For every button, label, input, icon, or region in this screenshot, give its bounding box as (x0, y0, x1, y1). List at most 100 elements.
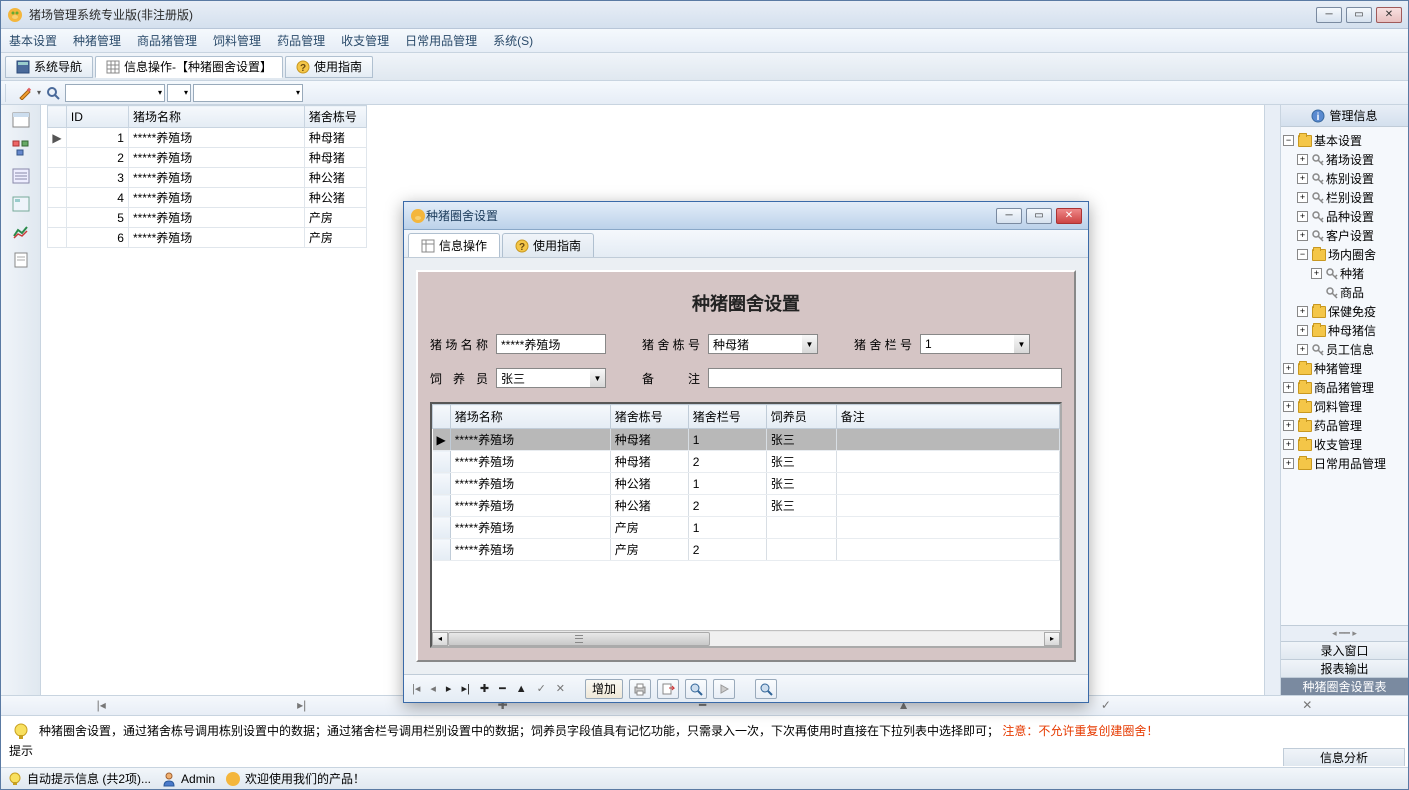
modal-titlebar[interactable]: 种猪圈舍设置 ─ ▭ ✕ (404, 202, 1088, 230)
nav-cancel[interactable]: ✕ (554, 682, 567, 695)
bg-col-name[interactable]: 猪场名称 (128, 106, 304, 128)
tree-node[interactable]: +商品猪管理 (1283, 378, 1406, 397)
tree-node[interactable]: +种猪 (1283, 264, 1406, 283)
scroll-right[interactable]: ▸ (1044, 632, 1060, 646)
chevron-down-icon[interactable]: ▼ (802, 334, 818, 354)
tree-node[interactable]: +保健免疫 (1283, 302, 1406, 321)
modal-maximize[interactable]: ▭ (1026, 208, 1052, 224)
tree-node[interactable]: +日常用品管理 (1283, 454, 1406, 473)
tree-node[interactable]: +种母猪信 (1283, 321, 1406, 340)
status-auto[interactable]: 自动提示信息 (共2项)... (7, 770, 151, 787)
scroll-left[interactable]: ◂ (432, 632, 448, 646)
bg-col-bldg[interactable]: 猪舍栋号 (304, 106, 366, 128)
select-pen[interactable] (920, 334, 1014, 354)
tab-system-nav[interactable]: 系统导航 (5, 56, 93, 78)
modal-grid[interactable]: 猪场名称 猪舍栋号 猪舍栏号 饲养员 备注 ▶*****养殖场种母猪1张三***… (432, 404, 1060, 630)
nav-prev[interactable]: ◂ (428, 682, 438, 695)
rail-btn-1[interactable] (9, 109, 33, 131)
rail-btn-5[interactable] (9, 221, 33, 243)
bn-first[interactable]: |◂ (97, 698, 106, 712)
tree-node[interactable]: +客户设置 (1283, 226, 1406, 245)
table-row[interactable]: *****养殖场产房2 (433, 539, 1060, 561)
select-bldg[interactable] (708, 334, 802, 354)
edit-button[interactable] (15, 84, 35, 102)
side-tab-report[interactable]: 报表输出 (1281, 659, 1408, 677)
tree-node[interactable]: −基本设置 (1283, 131, 1406, 150)
table-row[interactable]: 6*****养殖场产房 (48, 228, 367, 248)
table-row[interactable]: 2*****养殖场种母猪 (48, 148, 367, 168)
filter-dd1[interactable]: ▾ (65, 84, 165, 102)
tree-node[interactable]: −场内圈舍 (1283, 245, 1406, 264)
maximize-button[interactable]: ▭ (1346, 7, 1372, 23)
add-button[interactable]: 增加 (585, 679, 623, 699)
rail-btn-4[interactable] (9, 193, 33, 215)
modal-tab-guide[interactable]: ? 使用指南 (502, 233, 594, 257)
tree-node[interactable]: +收支管理 (1283, 435, 1406, 454)
table-row[interactable]: ▶1*****养殖场种母猪 (48, 128, 367, 148)
side-tab-entry[interactable]: 录入窗口 (1281, 641, 1408, 659)
export-button[interactable] (657, 679, 679, 699)
tab-guide[interactable]: ? 使用指南 (285, 56, 373, 78)
table-row[interactable]: 3*****养殖场种公猪 (48, 168, 367, 188)
tree-node[interactable]: +饲料管理 (1283, 397, 1406, 416)
print-button[interactable] (629, 679, 651, 699)
menu-feed[interactable]: 饲料管理 (213, 32, 261, 49)
nav-last[interactable]: ▸| (459, 682, 471, 695)
side-tab-table[interactable]: 种猪圈舍设置表 (1281, 677, 1408, 695)
play-button[interactable] (713, 679, 735, 699)
nav-del[interactable]: ━ (497, 682, 508, 695)
menu-breed[interactable]: 种猪管理 (73, 32, 121, 49)
rail-btn-3[interactable] (9, 165, 33, 187)
table-row[interactable]: 4*****养殖场种公猪 (48, 188, 367, 208)
rail-btn-2[interactable] (9, 137, 33, 159)
menu-basic[interactable]: 基本设置 (9, 32, 57, 49)
status-user[interactable]: Admin (161, 771, 215, 787)
nav-edit[interactable]: ▲ (514, 683, 529, 695)
close-button[interactable]: ✕ (1376, 7, 1402, 23)
minimize-button[interactable]: ─ (1316, 7, 1342, 23)
preview-button[interactable] (685, 679, 707, 699)
tree-node[interactable]: +员工信息 (1283, 340, 1406, 359)
nav-tree[interactable]: −基本设置+猪场设置+栋别设置+栏别设置+品种设置+客户设置−场内圈舍+种猪商品… (1281, 127, 1408, 625)
tree-node[interactable]: +猪场设置 (1283, 150, 1406, 169)
nav-add[interactable]: ✚ (478, 682, 491, 695)
modal-hscroll[interactable]: ◂ ▸ (432, 630, 1060, 646)
chevron-down-icon[interactable]: ▼ (1014, 334, 1030, 354)
tree-node[interactable]: 商品 (1283, 283, 1406, 302)
table-row[interactable]: *****养殖场种公猪2张三 (433, 495, 1060, 517)
menu-system[interactable]: 系统(S) (493, 32, 533, 49)
table-row[interactable]: *****养殖场产房1 (433, 517, 1060, 539)
table-row[interactable]: ▶*****养殖场种母猪1张三 (433, 429, 1060, 451)
select-keeper[interactable] (496, 368, 590, 388)
bn-ok[interactable]: ✓ (1101, 698, 1111, 712)
menu-finance[interactable]: 收支管理 (341, 32, 389, 49)
tree-node[interactable]: +品种设置 (1283, 207, 1406, 226)
table-row[interactable]: *****养殖场种公猪1张三 (433, 473, 1060, 495)
search-button[interactable] (43, 84, 63, 102)
modal-tab-info[interactable]: 信息操作 (408, 233, 500, 257)
tree-node[interactable]: +栋别设置 (1283, 169, 1406, 188)
filter-dd2[interactable]: ▾ (167, 84, 191, 102)
info-analysis-tab[interactable]: 信息分析 (1283, 748, 1405, 766)
tree-node[interactable]: +药品管理 (1283, 416, 1406, 435)
refresh-button[interactable] (755, 679, 777, 699)
rail-btn-6[interactable] (9, 249, 33, 271)
nav-next[interactable]: ▸ (444, 682, 454, 695)
input-farm[interactable] (496, 334, 606, 354)
filter-dd3[interactable]: ▾ (193, 84, 303, 102)
menu-medicine[interactable]: 药品管理 (277, 32, 325, 49)
modal-minimize[interactable]: ─ (996, 208, 1022, 224)
input-note[interactable] (708, 368, 1062, 388)
bn-cancel[interactable]: ✕ (1302, 698, 1312, 712)
nav-first[interactable]: |◂ (410, 682, 422, 695)
tree-node[interactable]: +栏别设置 (1283, 188, 1406, 207)
bg-col-ptr[interactable] (48, 106, 67, 128)
menu-daily[interactable]: 日常用品管理 (405, 32, 477, 49)
tab-info-op[interactable]: 信息操作-【种猪圈舍设置】 (95, 56, 283, 78)
tree-node[interactable]: +种猪管理 (1283, 359, 1406, 378)
table-row[interactable]: *****养殖场种母猪2张三 (433, 451, 1060, 473)
bn-last[interactable]: ▸| (297, 698, 306, 712)
menu-commodity[interactable]: 商品猪管理 (137, 32, 197, 49)
center-vscroll[interactable] (1264, 105, 1280, 695)
bg-col-id[interactable]: ID (66, 106, 128, 128)
